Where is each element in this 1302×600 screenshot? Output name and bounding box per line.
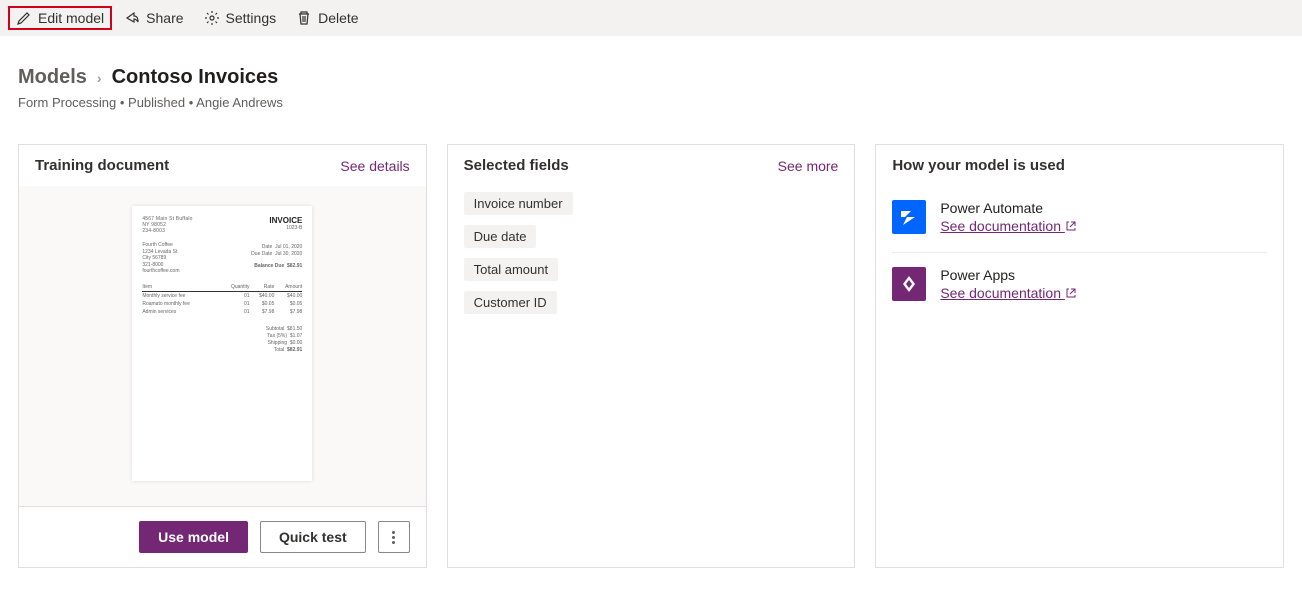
training-card-title: Training document	[35, 157, 169, 174]
model-usage-card: How your model is used Power Automate Se…	[875, 144, 1284, 568]
command-bar: Edit model Share Settings Delete	[0, 0, 1302, 36]
integration-power-apps: Power Apps See documentation	[876, 253, 1283, 319]
selected-fields-card: Selected fields See more Invoice number …	[447, 144, 856, 568]
doc: $82.91	[287, 263, 302, 269]
doc: $0.05	[250, 300, 275, 308]
see-details-link[interactable]: See details	[340, 158, 409, 174]
training-document-card: Training document See details 4567 Main …	[18, 144, 427, 568]
doc: 1023-B	[269, 225, 302, 231]
share-icon	[124, 10, 140, 26]
doc: $7.98	[274, 308, 302, 316]
see-documentation-link[interactable]: See documentation	[940, 285, 1077, 301]
doc: $1.07	[290, 333, 303, 339]
settings-label: Settings	[226, 10, 277, 26]
doc: 01	[219, 308, 249, 316]
chevron-right-icon: ›	[97, 70, 102, 86]
doc: $81.50	[287, 326, 302, 332]
doc: Due Date	[251, 251, 272, 257]
doc: $40.00	[250, 291, 275, 300]
doc: $0.00	[290, 340, 303, 346]
document-preview: 4567 Main St Buffalo NY 98052 234-8003 I…	[19, 186, 426, 506]
doc: Date	[262, 244, 273, 250]
doc: Tax (5%)	[267, 333, 287, 339]
doc: $7.98	[250, 308, 275, 316]
edit-model-label: Edit model	[38, 10, 104, 26]
doc: Monthly service fee	[142, 291, 219, 300]
field-chip: Due date	[464, 225, 537, 248]
doc: Rate	[250, 283, 275, 292]
more-vertical-icon	[392, 531, 395, 544]
doc: 01	[219, 300, 249, 308]
doc: fourthcoffee.com	[142, 268, 179, 275]
pencil-icon	[16, 10, 32, 26]
breadcrumb-current: Contoso Invoices	[112, 66, 279, 89]
doc: Amount	[274, 283, 302, 292]
documentation-label: See documentation	[940, 285, 1061, 301]
share-button[interactable]: Share	[116, 6, 191, 30]
doc: Total	[274, 347, 285, 353]
external-link-icon	[1065, 287, 1077, 299]
integration-name: Power Apps	[940, 267, 1077, 283]
usage-card-title: How your model is used	[892, 157, 1065, 174]
trash-icon	[296, 10, 312, 26]
doc: 234-8003	[142, 228, 192, 234]
doc: $40.00	[274, 291, 302, 300]
documentation-label: See documentation	[940, 218, 1061, 234]
doc: Item	[142, 283, 219, 292]
settings-button[interactable]: Settings	[196, 6, 285, 30]
field-chip: Invoice number	[464, 192, 573, 215]
doc: Roamato monthly fee	[142, 300, 219, 308]
delete-label: Delete	[318, 10, 358, 26]
delete-button[interactable]: Delete	[288, 6, 366, 30]
breadcrumb: Models › Contoso Invoices	[18, 66, 1284, 89]
doc: $82.91	[287, 347, 302, 353]
more-actions-button[interactable]	[378, 521, 410, 553]
use-model-button[interactable]: Use model	[139, 521, 248, 553]
doc: 01	[219, 291, 249, 300]
doc: Admin services	[142, 308, 219, 316]
integration-name: Power Automate	[940, 200, 1077, 216]
gear-icon	[204, 10, 220, 26]
doc: INVOICE	[269, 216, 302, 225]
doc: Shipping	[268, 340, 287, 346]
external-link-icon	[1065, 220, 1077, 232]
share-label: Share	[146, 10, 183, 26]
power-apps-icon	[892, 267, 926, 301]
doc: Quantity	[219, 283, 249, 292]
edit-model-button[interactable]: Edit model	[8, 6, 112, 30]
integration-power-automate: Power Automate See documentation	[876, 186, 1283, 252]
see-more-link[interactable]: See more	[778, 158, 839, 174]
breadcrumb-root[interactable]: Models	[18, 66, 87, 89]
doc: Jul 30, 2020	[275, 251, 302, 257]
field-chip: Total amount	[464, 258, 558, 281]
quick-test-button[interactable]: Quick test	[260, 521, 366, 553]
doc: $0.05	[274, 300, 302, 308]
doc: Balance Due	[254, 263, 284, 269]
fields-card-title: Selected fields	[464, 157, 569, 174]
field-chip: Customer ID	[464, 291, 557, 314]
doc: Jul 01, 2020	[275, 244, 302, 250]
power-automate-icon	[892, 200, 926, 234]
invoice-thumbnail: 4567 Main St Buffalo NY 98052 234-8003 I…	[132, 206, 312, 481]
model-subtitle: Form Processing • Published • Angie Andr…	[18, 95, 1284, 110]
doc: Subtotal	[266, 326, 284, 332]
see-documentation-link[interactable]: See documentation	[940, 218, 1077, 234]
